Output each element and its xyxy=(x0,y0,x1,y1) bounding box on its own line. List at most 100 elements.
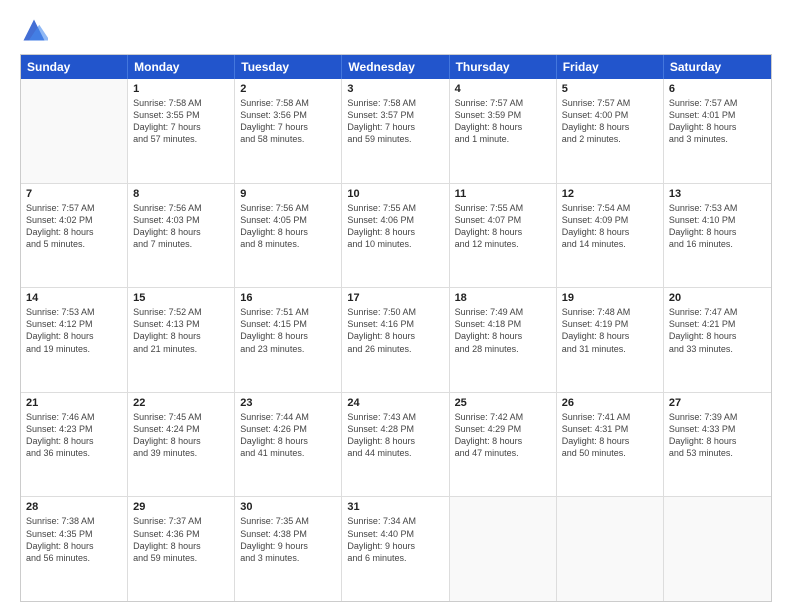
day-number: 12 xyxy=(562,188,658,200)
day-number: 31 xyxy=(347,501,443,513)
day-cell-29: 29Sunrise: 7:37 AMSunset: 4:36 PMDayligh… xyxy=(128,497,235,601)
day-info: Sunrise: 7:55 AMSunset: 4:06 PMDaylight:… xyxy=(347,202,443,251)
day-number: 20 xyxy=(669,292,766,304)
day-info: Sunrise: 7:58 AMSunset: 3:56 PMDaylight:… xyxy=(240,97,336,146)
day-number: 13 xyxy=(669,188,766,200)
day-number: 19 xyxy=(562,292,658,304)
header-day-tuesday: Tuesday xyxy=(235,55,342,79)
day-number: 1 xyxy=(133,83,229,95)
day-info: Sunrise: 7:42 AMSunset: 4:29 PMDaylight:… xyxy=(455,411,551,460)
week-row-2: 7 Sunrise: 7:57 AMSunset: 4:02 PMDaylight… xyxy=(21,184,771,289)
page: SundayMondayTuesdayWednesdayThursdayFrid… xyxy=(0,0,792,612)
week-row-3: 14 Sunrise: 7:53 AMSunset: 4:12 PMDayligh… xyxy=(21,288,771,393)
day-info: Sunrise: 7:50 AMSunset: 4:16 PMDaylight:… xyxy=(347,306,443,355)
day-cell-1: 1 Sunrise: 7:58 AMSunset: 3:55 PMDaylight… xyxy=(128,79,235,183)
day-cell-8: 8Sunrise: 7:56 AMSunset: 4:03 PMDaylight… xyxy=(128,184,235,288)
day-cell-27: 27Sunrise: 7:39 AMSunset: 4:33 PMDayligh… xyxy=(664,393,771,497)
week-row-1: 1 Sunrise: 7:58 AMSunset: 3:55 PMDaylight… xyxy=(21,79,771,184)
day-number: 16 xyxy=(240,292,336,304)
header-day-friday: Friday xyxy=(557,55,664,79)
day-cell-18: 18 Sunrise: 7:49 AMSunset: 4:18 PMDayligh… xyxy=(450,288,557,392)
day-info: Sunrise: 7:57 AMSunset: 4:01 PMDaylight:… xyxy=(669,97,766,146)
day-info: Sunrise: 7:53 AMSunset: 4:12 PMDaylight:… xyxy=(26,306,122,355)
day-info: Sunrise: 7:55 AMSunset: 4:07 PMDaylight:… xyxy=(455,202,551,251)
day-number: 29 xyxy=(133,501,229,513)
day-info: Sunrise: 7:48 AMSunset: 4:19 PMDaylight:… xyxy=(562,306,658,355)
day-number: 18 xyxy=(455,292,551,304)
day-cell-7: 7 Sunrise: 7:57 AMSunset: 4:02 PMDaylight… xyxy=(21,184,128,288)
day-number: 8 xyxy=(133,188,229,200)
header-day-saturday: Saturday xyxy=(664,55,771,79)
header-day-monday: Monday xyxy=(128,55,235,79)
empty-cell xyxy=(21,79,128,183)
day-info: Sunrise: 7:52 AMSunset: 4:13 PMDaylight:… xyxy=(133,306,229,355)
day-cell-23: 23 Sunrise: 7:44 AMSunset: 4:26 PMDayligh… xyxy=(235,393,342,497)
day-info: Sunrise: 7:53 AMSunset: 4:10 PMDaylight:… xyxy=(669,202,766,251)
day-info: Sunrise: 7:39 AMSunset: 4:33 PMDaylight:… xyxy=(669,411,766,460)
day-info: Sunrise: 7:34 AMSunset: 4:40 PMDaylight:… xyxy=(347,515,443,564)
day-cell-22: 22 Sunrise: 7:45 AMSunset: 4:24 PMDayligh… xyxy=(128,393,235,497)
header xyxy=(20,16,772,44)
day-number: 7 xyxy=(26,188,122,200)
day-number: 22 xyxy=(133,397,229,409)
day-info: Sunrise: 7:57 AMSunset: 4:00 PMDaylight:… xyxy=(562,97,658,146)
day-info: Sunrise: 7:47 AMSunset: 4:21 PMDaylight:… xyxy=(669,306,766,355)
day-number: 24 xyxy=(347,397,443,409)
day-number: 10 xyxy=(347,188,443,200)
day-cell-28: 28 Sunrise: 7:38 AMSunset: 4:35 PMDayligh… xyxy=(21,497,128,601)
day-info: Sunrise: 7:58 AMSunset: 3:57 PMDaylight:… xyxy=(347,97,443,146)
day-info: Sunrise: 7:46 AMSunset: 4:23 PMDaylight:… xyxy=(26,411,122,460)
day-info: Sunrise: 7:45 AMSunset: 4:24 PMDaylight:… xyxy=(133,411,229,460)
day-cell-2: 2 Sunrise: 7:58 AMSunset: 3:56 PMDaylight… xyxy=(235,79,342,183)
day-cell-16: 16 Sunrise: 7:51 AMSunset: 4:15 PMDayligh… xyxy=(235,288,342,392)
day-cell-25: 25Sunrise: 7:42 AMSunset: 4:29 PMDayligh… xyxy=(450,393,557,497)
day-cell-10: 10 Sunrise: 7:55 AMSunset: 4:06 PMDayligh… xyxy=(342,184,449,288)
day-info: Sunrise: 7:49 AMSunset: 4:18 PMDaylight:… xyxy=(455,306,551,355)
day-cell-21: 21Sunrise: 7:46 AMSunset: 4:23 PMDayligh… xyxy=(21,393,128,497)
day-cell-9: 9Sunrise: 7:56 AMSunset: 4:05 PMDaylight… xyxy=(235,184,342,288)
day-info: Sunrise: 7:51 AMSunset: 4:15 PMDaylight:… xyxy=(240,306,336,355)
day-number: 4 xyxy=(455,83,551,95)
day-info: Sunrise: 7:57 AMSunset: 3:59 PMDaylight:… xyxy=(455,97,551,146)
day-number: 9 xyxy=(240,188,336,200)
calendar-body: 1 Sunrise: 7:58 AMSunset: 3:55 PMDaylight… xyxy=(21,79,771,601)
day-number: 28 xyxy=(26,501,122,513)
calendar-header: SundayMondayTuesdayWednesdayThursdayFrid… xyxy=(21,55,771,79)
day-cell-14: 14 Sunrise: 7:53 AMSunset: 4:12 PMDayligh… xyxy=(21,288,128,392)
day-cell-11: 11 Sunrise: 7:55 AMSunset: 4:07 PMDayligh… xyxy=(450,184,557,288)
day-cell-3: 3 Sunrise: 7:58 AMSunset: 3:57 PMDaylight… xyxy=(342,79,449,183)
day-number: 30 xyxy=(240,501,336,513)
day-cell-19: 19 Sunrise: 7:48 AMSunset: 4:19 PMDayligh… xyxy=(557,288,664,392)
day-cell-6: 6 Sunrise: 7:57 AMSunset: 4:01 PMDaylight… xyxy=(664,79,771,183)
empty-cell xyxy=(664,497,771,601)
day-info: Sunrise: 7:44 AMSunset: 4:26 PMDaylight:… xyxy=(240,411,336,460)
logo xyxy=(20,16,52,44)
header-day-wednesday: Wednesday xyxy=(342,55,449,79)
empty-cell xyxy=(557,497,664,601)
day-cell-5: 5 Sunrise: 7:57 AMSunset: 4:00 PMDaylight… xyxy=(557,79,664,183)
day-number: 23 xyxy=(240,397,336,409)
day-info: Sunrise: 7:38 AMSunset: 4:35 PMDaylight:… xyxy=(26,515,122,564)
day-number: 26 xyxy=(562,397,658,409)
header-day-thursday: Thursday xyxy=(450,55,557,79)
day-number: 15 xyxy=(133,292,229,304)
day-number: 3 xyxy=(347,83,443,95)
day-number: 6 xyxy=(669,83,766,95)
day-cell-26: 26 Sunrise: 7:41 AMSunset: 4:31 PMDayligh… xyxy=(557,393,664,497)
day-number: 11 xyxy=(455,188,551,200)
day-cell-15: 15 Sunrise: 7:52 AMSunset: 4:13 PMDayligh… xyxy=(128,288,235,392)
day-cell-30: 30Sunrise: 7:35 AMSunset: 4:38 PMDayligh… xyxy=(235,497,342,601)
day-info: Sunrise: 7:54 AMSunset: 4:09 PMDaylight:… xyxy=(562,202,658,251)
day-info: Sunrise: 7:41 AMSunset: 4:31 PMDaylight:… xyxy=(562,411,658,460)
day-info: Sunrise: 7:43 AMSunset: 4:28 PMDaylight:… xyxy=(347,411,443,460)
day-info: Sunrise: 7:57 AMSunset: 4:02 PMDaylight:… xyxy=(26,202,122,251)
day-number: 2 xyxy=(240,83,336,95)
header-day-sunday: Sunday xyxy=(21,55,128,79)
day-info: Sunrise: 7:58 AMSunset: 3:55 PMDaylight:… xyxy=(133,97,229,146)
week-row-5: 28 Sunrise: 7:38 AMSunset: 4:35 PMDayligh… xyxy=(21,497,771,601)
day-cell-31: 31 Sunrise: 7:34 AMSunset: 4:40 PMDayligh… xyxy=(342,497,449,601)
day-number: 14 xyxy=(26,292,122,304)
week-row-4: 21Sunrise: 7:46 AMSunset: 4:23 PMDayligh… xyxy=(21,393,771,498)
day-number: 5 xyxy=(562,83,658,95)
day-cell-24: 24 Sunrise: 7:43 AMSunset: 4:28 PMDayligh… xyxy=(342,393,449,497)
